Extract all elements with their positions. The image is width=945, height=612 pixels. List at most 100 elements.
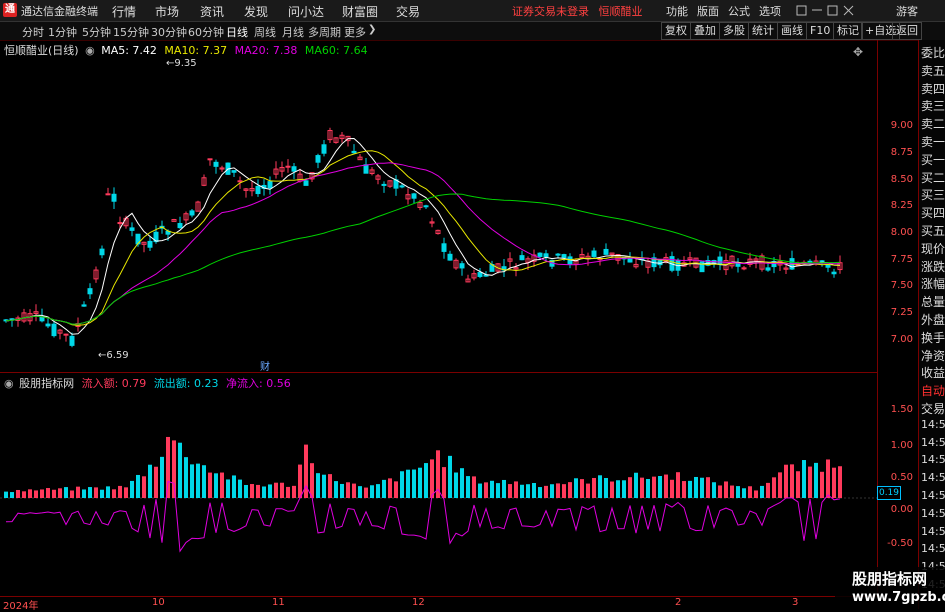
side-item-0[interactable]: 委比 <box>921 44 945 61</box>
indicator-chart[interactable] <box>0 373 877 595</box>
high-price-label: ←9.35 <box>166 58 197 69</box>
side-item-4[interactable]: 卖二 <box>921 115 945 132</box>
side-item-11[interactable]: 现价 <box>921 240 945 257</box>
quote-side-panel[interactable]: 委比 卖五 卖四 卖三 卖二 卖一 买一 买二 买三 买四 买五 现价 涨跌 涨幅 总量 外盘 换手 净资 收益 自动… <box>918 40 945 609</box>
menu-faxian[interactable]: 发现 <box>244 3 268 20</box>
side-item-10[interactable]: 买五 <box>921 222 945 239</box>
crosshair-icon[interactable]: ✥ <box>853 45 863 59</box>
period-weekly[interactable]: 周线 <box>254 24 276 40</box>
period-15min[interactable]: 15分钟 <box>113 24 149 40</box>
period-30min[interactable]: 30分钟 <box>151 24 187 40</box>
flow-bar <box>328 474 332 498</box>
indicator-settings-icon[interactable]: ◉ <box>4 377 14 390</box>
side-item-7[interactable]: 买二 <box>921 169 945 186</box>
side-item-25[interactable]: 14:56 <box>921 489 945 502</box>
flow-bar <box>598 475 602 498</box>
guest-label[interactable]: 游客 <box>896 3 918 19</box>
side-item-26[interactable]: 14:56 <box>921 507 945 520</box>
menu-caifuquan[interactable]: 财富圈 <box>342 3 378 20</box>
period-5min[interactable]: 5分钟 <box>82 24 111 40</box>
period-60min[interactable]: 60分钟 <box>188 24 224 40</box>
side-item-1[interactable]: 卖五 <box>921 62 945 79</box>
flow-bar <box>94 487 98 498</box>
btn-back[interactable]: 返回 <box>892 22 922 40</box>
flow-bar <box>616 480 620 498</box>
flow-bar <box>586 483 590 498</box>
price-tick: 9.00 <box>890 120 913 131</box>
side-item-21[interactable]: 14:56 <box>921 418 945 431</box>
side-item-18[interactable]: 收益 <box>921 364 945 381</box>
window-controls[interactable] <box>795 4 857 17</box>
flow-bar <box>10 492 14 498</box>
flow-bar <box>778 472 782 498</box>
kline-chart[interactable] <box>0 40 877 372</box>
menu-jiaoyi[interactable]: 交易 <box>396 3 420 20</box>
candle-body <box>765 267 771 271</box>
candle-body <box>561 254 567 259</box>
candle-body <box>543 253 549 258</box>
side-item-20[interactable]: 交易 <box>921 400 945 417</box>
candle-body <box>189 210 195 216</box>
period-1min[interactable]: 1分钟 <box>48 24 77 40</box>
side-item-8[interactable]: 买三 <box>921 186 945 203</box>
period-monthly[interactable]: 月线 <box>282 24 304 40</box>
kline-chart-panel[interactable]: 恒顺醋业(日线) ◉ MA5: 7.42 MA10: 7.37 MA20: 7.… <box>0 40 877 373</box>
side-item-2[interactable]: 卖四 <box>921 80 945 97</box>
side-item-19[interactable]: 自动 <box>921 382 945 399</box>
low-price-label: ←6.59 <box>98 350 129 361</box>
side-item-6[interactable]: 买一 <box>921 151 945 168</box>
period-daily[interactable]: 日线 <box>226 24 248 40</box>
side-item-15[interactable]: 外盘 <box>921 311 945 328</box>
btn-f10[interactable]: F10 <box>806 22 835 40</box>
menu-wenxiaoda[interactable]: 问小达 <box>288 3 324 20</box>
indicator-panel[interactable]: ◉ 股朋指标网 流入额: 0.79 流出额: 0.23 净流入: 0.56 <box>0 373 877 595</box>
side-item-12[interactable]: 涨跌 <box>921 258 945 275</box>
finance-marker[interactable]: 财 <box>260 358 270 373</box>
side-item-27[interactable]: 14:56 <box>921 525 945 538</box>
side-item-23[interactable]: 14:56 <box>921 453 945 466</box>
side-item-5[interactable]: 卖一 <box>921 133 945 150</box>
btn-duogu[interactable]: 多股 <box>719 22 749 40</box>
side-item-22[interactable]: 14:56 <box>921 436 945 449</box>
side-item-13[interactable]: 涨幅 <box>921 275 945 292</box>
flow-bar <box>268 484 272 498</box>
side-item-16[interactable]: 换手 <box>921 329 945 346</box>
more-chevron-icon[interactable]: ❯ <box>368 24 376 35</box>
flow-bar <box>742 488 746 498</box>
flow-bar <box>622 480 626 498</box>
btn-huaxian[interactable]: 画线 <box>777 22 807 40</box>
flow-bar <box>694 476 698 498</box>
menu-gongshi[interactable]: 公式 <box>728 3 750 19</box>
menu-zixun[interactable]: 资讯 <box>200 3 224 20</box>
flow-bar <box>556 483 560 498</box>
indicator-current-value: 0.19 <box>877 486 901 500</box>
btn-biaoji[interactable]: 标记 <box>833 22 863 40</box>
side-item-9[interactable]: 买四 <box>921 204 945 221</box>
flow-bar <box>592 477 596 498</box>
window-controls-icon[interactable] <box>795 4 857 17</box>
side-item-3[interactable]: 卖三 <box>921 97 945 114</box>
menu-xuanxiang[interactable]: 选项 <box>759 3 781 19</box>
period-more[interactable]: 更多 <box>344 24 366 40</box>
menu-gongneng[interactable]: 功能 <box>666 3 688 19</box>
candle-body <box>45 323 51 327</box>
btn-diejia[interactable]: 叠加 <box>690 22 720 40</box>
side-item-14[interactable]: 总量 <box>921 293 945 310</box>
menu-hangqing[interactable]: 行情 <box>112 3 136 20</box>
btn-fuquan[interactable]: 复权 <box>661 22 691 40</box>
btn-tongji[interactable]: 统计 <box>748 22 778 40</box>
legend-inflow: 流入额: 0.79 <box>81 377 147 390</box>
flow-bar <box>412 469 416 498</box>
flow-bar <box>142 476 146 498</box>
side-item-17[interactable]: 净资 <box>921 347 945 364</box>
broker-login-notice[interactable]: 证券交易未登录 恒顺醋业 <box>512 3 643 19</box>
period-fenshi[interactable]: 分时 <box>22 24 44 40</box>
legend-settings-icon[interactable]: ◉ <box>85 44 95 57</box>
menu-banmian[interactable]: 版面 <box>697 3 719 19</box>
period-multi[interactable]: 多周期 <box>308 24 341 40</box>
menu-shichang[interactable]: 市场 <box>155 3 179 20</box>
indicator-tick: 0.00 <box>890 504 913 515</box>
side-item-28[interactable]: 14:56 <box>921 542 945 555</box>
flow-bar <box>82 489 86 498</box>
side-item-24[interactable]: 14:56 <box>921 471 945 484</box>
